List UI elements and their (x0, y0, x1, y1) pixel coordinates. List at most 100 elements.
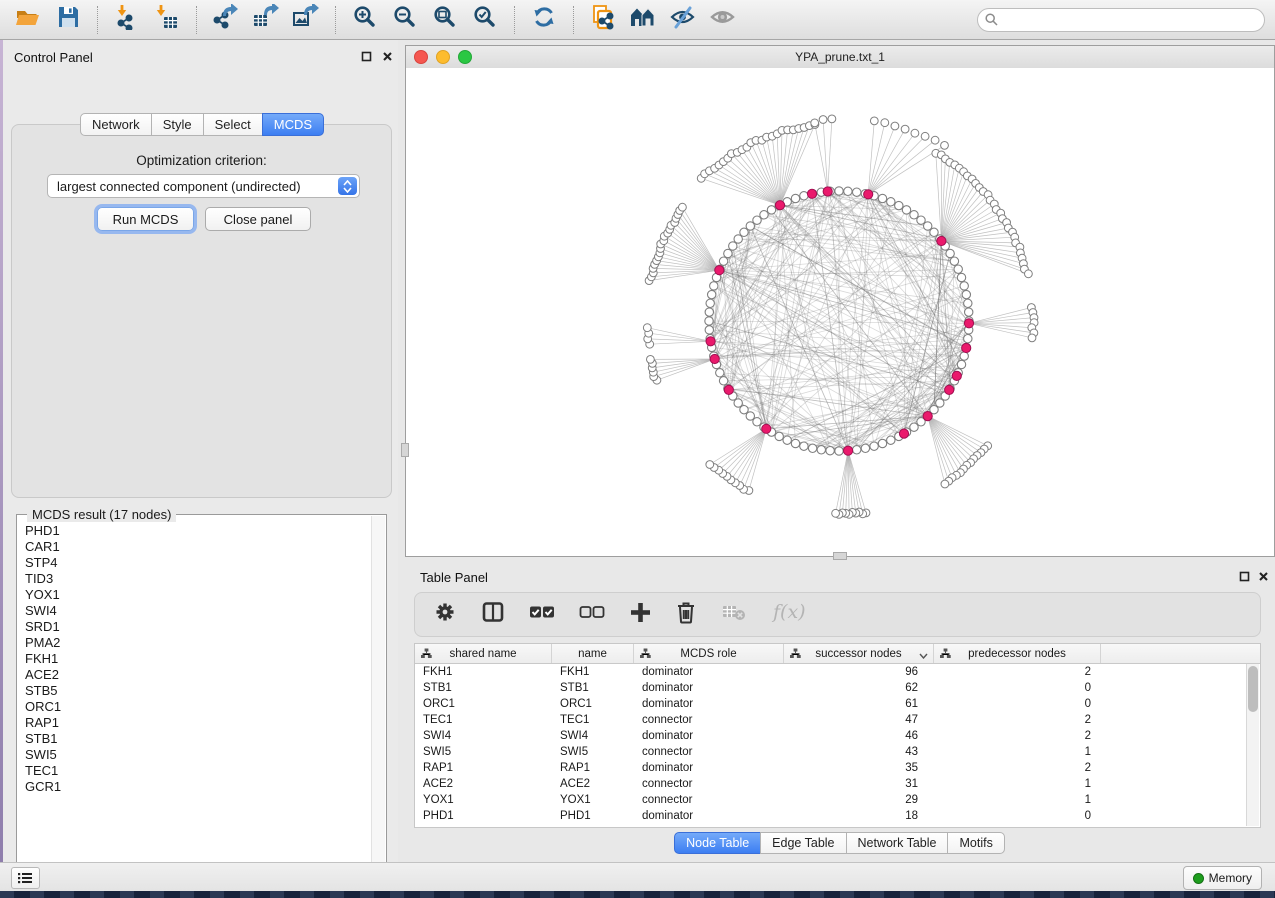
hide-selected-button[interactable] (665, 4, 701, 36)
search-input[interactable] (977, 8, 1265, 32)
function-builder-button: f(x) (771, 599, 805, 630)
deselect-all-button[interactable] (579, 601, 605, 628)
table-row[interactable]: SWI4SWI4dominator462 (415, 728, 1260, 744)
tab-mcds[interactable]: MCDS (262, 113, 324, 136)
node-table-scrollbar[interactable] (1246, 664, 1259, 826)
export-table-button[interactable] (248, 4, 284, 36)
table-row[interactable]: SWI5SWI5connector431 (415, 744, 1260, 760)
column-header-name[interactable]: name (552, 644, 634, 663)
mcds-result-item[interactable]: PHD1 (18, 523, 372, 539)
cell: 29 (784, 794, 934, 806)
satellite-nodes[interactable] (643, 115, 1038, 518)
cell: SWI4 (415, 730, 552, 742)
table-row[interactable]: RAP1RAP1dominator352 (415, 760, 1260, 776)
cell: connector (634, 714, 784, 726)
tab-node-table[interactable]: Node Table (674, 832, 761, 854)
horizontal-splitter-handle[interactable] (833, 552, 847, 560)
mcds-result-item[interactable]: GCR1 (18, 779, 372, 795)
import-table-button[interactable] (149, 4, 185, 36)
mcds-result-item[interactable]: PMA2 (18, 635, 372, 651)
zoom-fit-icon (432, 4, 458, 35)
save-session-button[interactable] (50, 4, 86, 36)
column-header-MCDS-role[interactable]: MCDS role (634, 644, 784, 663)
cell: dominator (634, 698, 784, 710)
export-image-button[interactable] (288, 4, 324, 36)
mcds-result-item[interactable]: SWI5 (18, 747, 372, 763)
table-row[interactable]: YOX1YOX1connector291 (415, 792, 1260, 808)
cell: 1 (934, 746, 1101, 758)
column-header-predecessor-nodes[interactable]: predecessor nodes (934, 644, 1101, 663)
tab-network[interactable]: Network (80, 113, 152, 136)
cell: dominator (634, 762, 784, 774)
tab-select[interactable]: Select (203, 113, 263, 136)
mcds-result-item[interactable]: ACE2 (18, 667, 372, 683)
cell: 2 (934, 714, 1101, 726)
column-header-shared-name[interactable]: shared name (415, 644, 552, 663)
table-row[interactable]: ACE2ACE2connector311 (415, 776, 1260, 792)
open-file-button[interactable] (10, 4, 46, 36)
zoom-in-button[interactable] (347, 4, 383, 36)
network-window-titlebar[interactable]: YPA_prune.txt_1 (406, 46, 1274, 69)
float-window-icon[interactable] (360, 50, 373, 63)
network-graph[interactable] (406, 68, 1274, 556)
zoom-selected-button[interactable] (467, 4, 503, 36)
mcds-result-item[interactable]: STB1 (18, 731, 372, 747)
mcds-result-item[interactable]: ORC1 (18, 699, 372, 715)
find-nodes-button[interactable] (625, 4, 661, 36)
cell: 18 (784, 810, 934, 822)
select-all-button[interactable] (529, 601, 555, 628)
export-network-button[interactable] (208, 4, 244, 36)
mcds-result-item[interactable]: TEC1 (18, 763, 372, 779)
chevron-down-icon[interactable] (919, 650, 928, 662)
mcds-result-item[interactable]: SWI4 (18, 603, 372, 619)
sort-tree-icon (640, 648, 651, 662)
zoom-out-button[interactable] (387, 4, 423, 36)
clone-network-button[interactable] (585, 4, 621, 36)
toolbar-separator (335, 6, 336, 34)
mcds-result-list[interactable]: PHD1CAR1STP4TID3YOX1SWI4SRD1PMA2FKH1ACE2… (18, 523, 372, 876)
mcds-result-item[interactable]: YOX1 (18, 587, 372, 603)
close-panel-button[interactable]: Close panel (205, 207, 311, 231)
show-all-button[interactable] (705, 4, 741, 36)
column-header-successor-nodes[interactable]: successor nodes (784, 644, 934, 663)
table-row[interactable]: TEC1TEC1connector472 (415, 712, 1260, 728)
close-panel-icon[interactable] (381, 50, 394, 63)
table-row[interactable]: STB1STB1dominator620 (415, 680, 1260, 696)
function-builder-icon: f(x) (771, 599, 805, 630)
tab-network-table[interactable]: Network Table (846, 832, 949, 854)
mcds-result-item[interactable]: TID3 (18, 571, 372, 587)
import-network-button[interactable] (109, 4, 145, 36)
zoom-fit-button[interactable] (427, 4, 463, 36)
mcds-result-item[interactable]: SRD1 (18, 619, 372, 635)
mcds-result-item[interactable]: CAR1 (18, 539, 372, 555)
add-entry-button[interactable] (629, 601, 651, 628)
show-columns-button[interactable] (481, 600, 505, 629)
mcds-result-item[interactable]: RAP1 (18, 715, 372, 731)
mcds-result-item[interactable]: STP4 (18, 555, 372, 571)
vertical-splitter-handle[interactable] (401, 443, 409, 457)
table-row[interactable]: PHD1PHD1dominator180 (415, 808, 1260, 824)
tab-edge-table[interactable]: Edge Table (760, 832, 846, 854)
control-panel-title: Control Panel (14, 50, 93, 65)
tab-motifs[interactable]: Motifs (947, 832, 1004, 854)
refresh-network-button[interactable] (526, 4, 562, 36)
table-settings-button[interactable] (433, 600, 457, 629)
mcds-result-item[interactable]: STB5 (18, 683, 372, 699)
memory-button[interactable]: Memory (1183, 866, 1262, 890)
cell: 1 (934, 778, 1101, 790)
delete-entry-button[interactable] (675, 600, 697, 629)
task-history-button[interactable] (11, 867, 40, 889)
run-mcds-button[interactable]: Run MCDS (97, 207, 194, 231)
table-row[interactable]: FKH1FKH1dominator962 (415, 664, 1260, 680)
close-table-panel-icon[interactable] (1257, 570, 1270, 583)
column-label: successor nodes (815, 648, 901, 660)
mcds-result-scrollbar[interactable] (371, 516, 385, 876)
cell: dominator (634, 666, 784, 678)
table-row[interactable]: ORC1ORC1dominator610 (415, 696, 1260, 712)
network-canvas[interactable] (406, 68, 1274, 556)
optimization-criterion-select[interactable]: largest connected component (undirected) (47, 174, 360, 198)
mcds-result-title: MCDS result (17 nodes) (27, 507, 176, 522)
float-table-panel-icon[interactable] (1238, 570, 1251, 583)
tab-style[interactable]: Style (151, 113, 204, 136)
mcds-result-item[interactable]: FKH1 (18, 651, 372, 667)
